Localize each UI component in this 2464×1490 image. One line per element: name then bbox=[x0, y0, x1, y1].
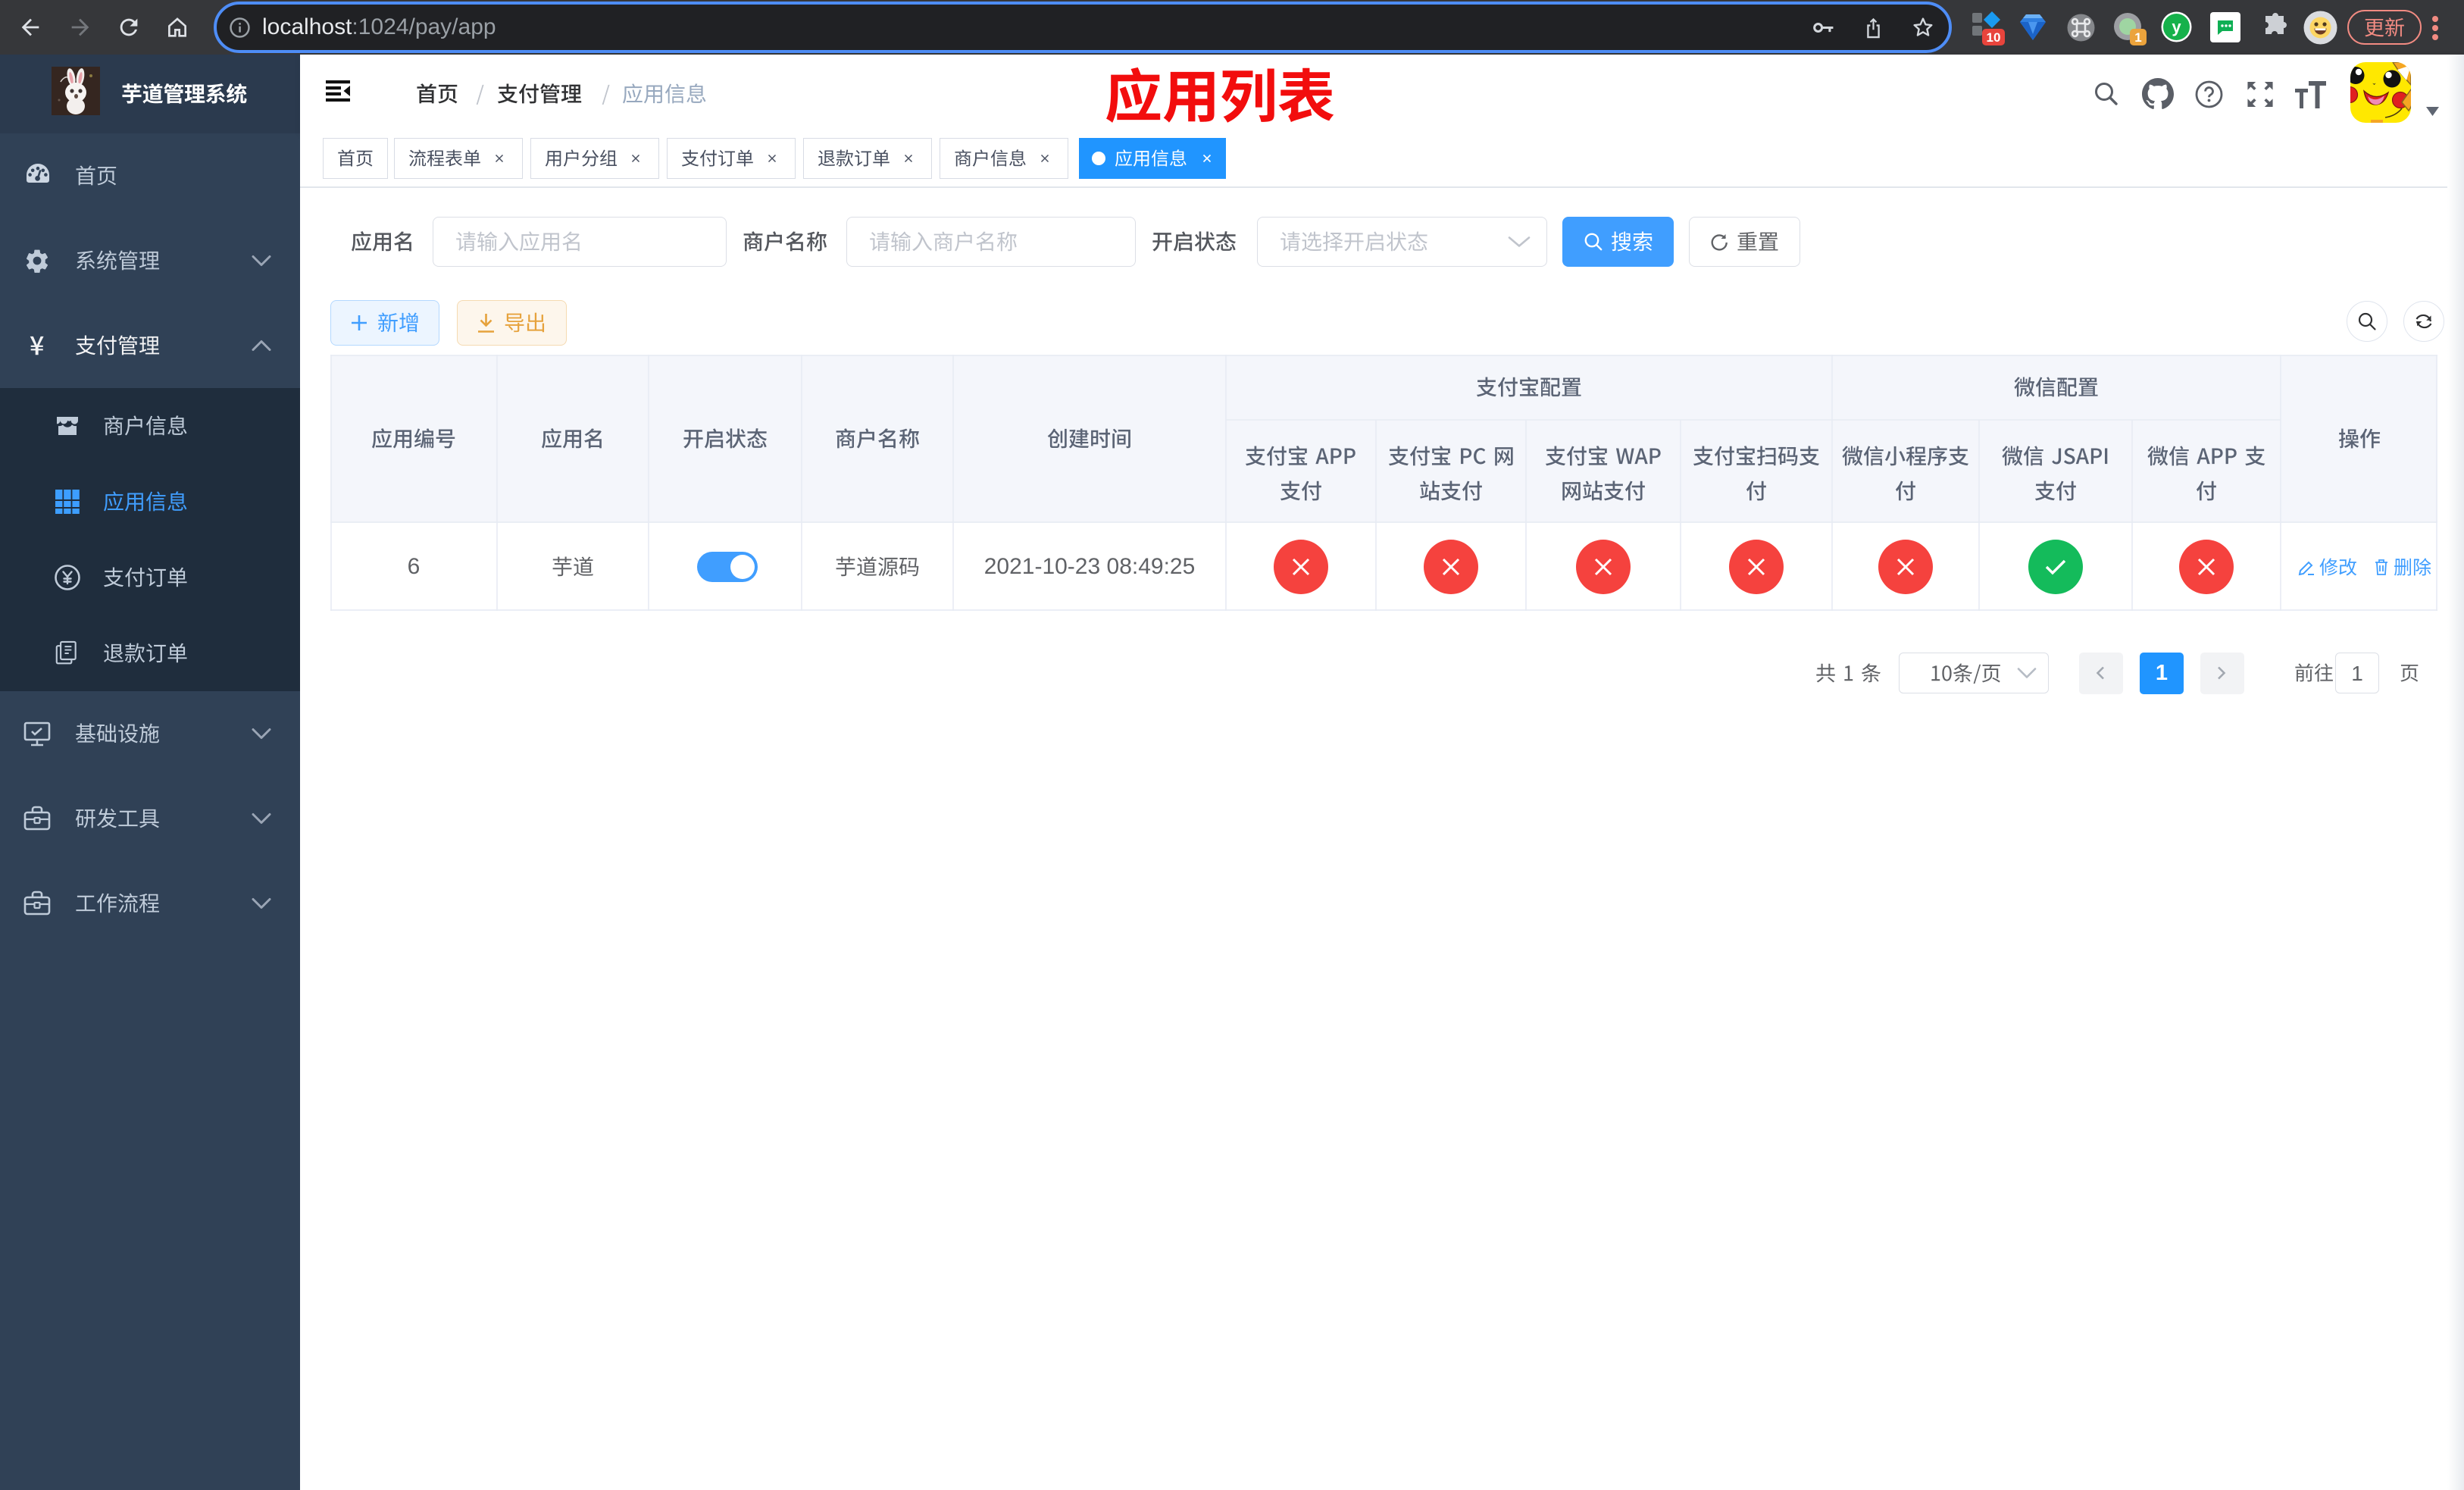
svg-text:1: 1 bbox=[2134, 30, 2141, 45]
svg-text:y: y bbox=[2172, 17, 2181, 36]
svg-text:10: 10 bbox=[1987, 30, 2001, 45]
